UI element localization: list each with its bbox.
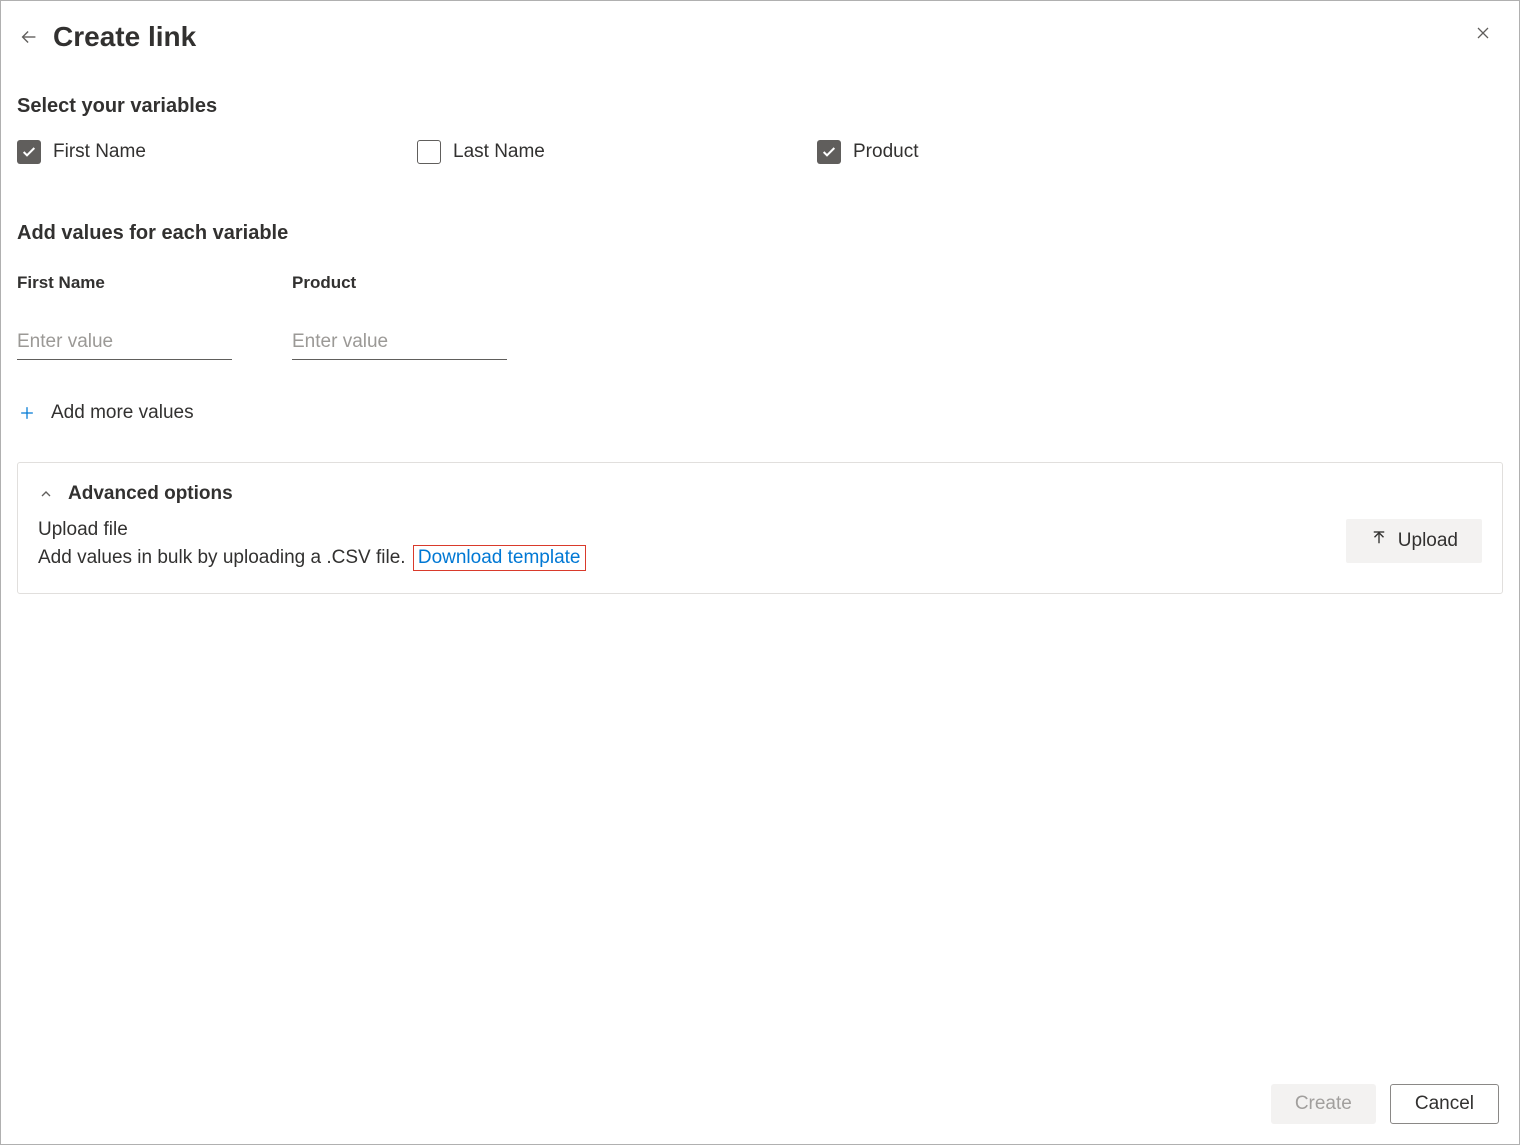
checkbox-last-name[interactable]: [417, 140, 441, 164]
value-column-product: Product: [292, 273, 507, 360]
variable-product[interactable]: Product: [817, 140, 1217, 164]
upload-row: Upload file Add values in bulk by upload…: [38, 519, 1482, 571]
checkmark-icon: [21, 144, 37, 160]
select-variables-section: Select your variables First Name Last Na…: [17, 95, 1503, 164]
variable-first-name[interactable]: First Name: [17, 140, 417, 164]
variable-last-name[interactable]: Last Name: [417, 140, 817, 164]
advanced-options-title: Advanced options: [68, 483, 233, 505]
panel-header: Create link: [17, 21, 1503, 53]
select-variables-title: Select your variables: [17, 95, 1503, 118]
upload-arrow-icon: [1370, 529, 1388, 553]
create-link-panel: Create link Select your variables First …: [0, 0, 1520, 1145]
cancel-button[interactable]: Cancel: [1390, 1084, 1499, 1124]
create-button[interactable]: Create: [1271, 1084, 1376, 1124]
close-icon[interactable]: [1469, 19, 1497, 47]
variable-label: First Name: [53, 141, 146, 163]
upload-text-block: Upload file Add values in bulk by upload…: [38, 519, 1326, 571]
upload-button-label: Upload: [1398, 530, 1458, 552]
column-header: First Name: [17, 273, 232, 293]
advanced-options-panel: Advanced options Upload file Add values …: [17, 462, 1503, 594]
checkbox-first-name[interactable]: [17, 140, 41, 164]
upload-desc-row: Add values in bulk by uploading a .CSV f…: [38, 545, 1326, 571]
add-more-values-button[interactable]: Add more values: [17, 402, 1503, 424]
upload-desc-text: Add values in bulk by uploading a .CSV f…: [38, 547, 406, 568]
advanced-options-toggle[interactable]: Advanced options: [38, 483, 1482, 505]
upload-file-label: Upload file: [38, 519, 1326, 541]
footer-actions: Create Cancel: [1271, 1084, 1499, 1124]
first-name-input[interactable]: [17, 327, 232, 360]
column-header: Product: [292, 273, 507, 293]
add-values-section: Add values for each variable First Name …: [17, 222, 1503, 424]
page-title: Create link: [53, 21, 196, 53]
upload-button[interactable]: Upload: [1346, 519, 1482, 563]
checkbox-product[interactable]: [817, 140, 841, 164]
product-input[interactable]: [292, 327, 507, 360]
checkmark-icon: [821, 144, 837, 160]
plus-icon: [17, 403, 37, 423]
variables-row: First Name Last Name Product: [17, 140, 1503, 164]
add-values-title: Add values for each variable: [17, 222, 1503, 245]
add-more-label: Add more values: [51, 402, 194, 424]
back-arrow-icon[interactable]: [17, 25, 41, 49]
download-template-link[interactable]: Download template: [413, 545, 586, 571]
values-columns-row: First Name Product: [17, 273, 1503, 360]
variable-label: Product: [853, 141, 918, 163]
value-column-first-name: First Name: [17, 273, 232, 360]
variable-label: Last Name: [453, 141, 545, 163]
chevron-up-icon: [38, 486, 54, 502]
